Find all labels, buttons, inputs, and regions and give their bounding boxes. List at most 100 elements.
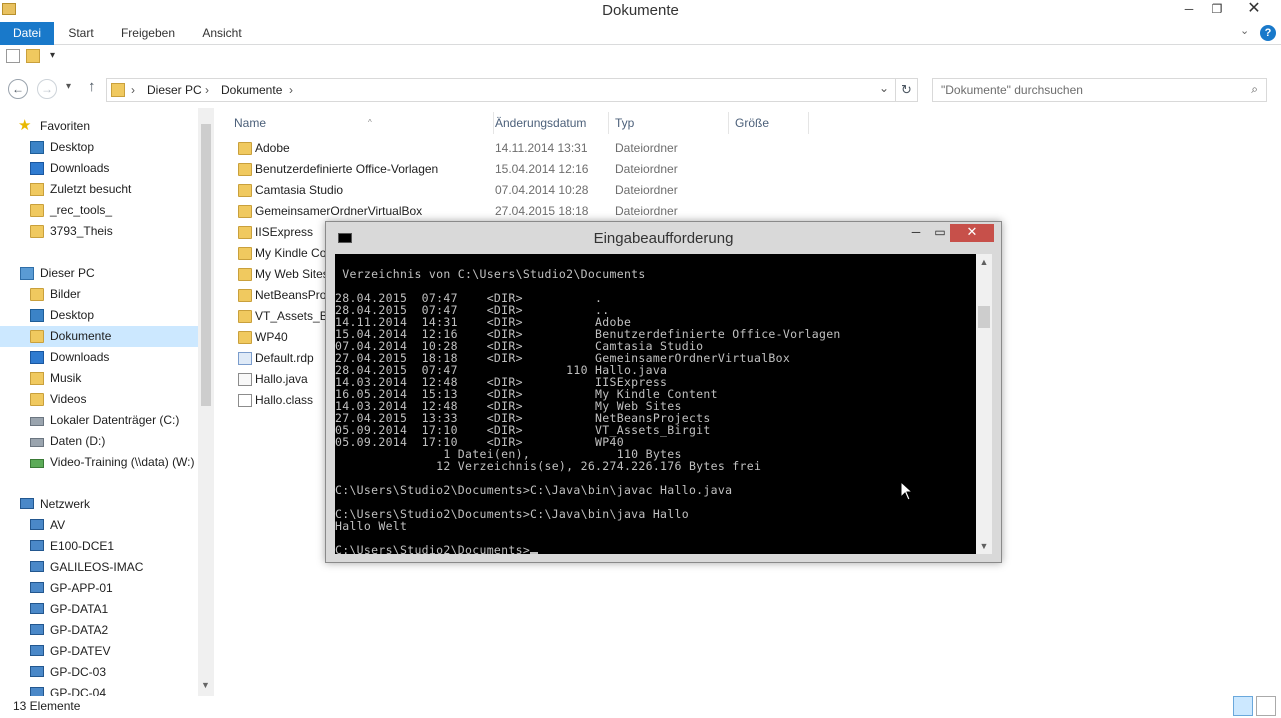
- help-icon[interactable]: ?: [1260, 25, 1276, 41]
- column-header-date[interactable]: Änderungsdatum: [489, 112, 609, 134]
- new-folder-icon[interactable]: [26, 49, 40, 63]
- file-scrollbar[interactable]: [1264, 108, 1280, 696]
- nav-label: Downloads: [50, 161, 110, 175]
- nav-favoriten[interactable]: ★ Favoriten: [18, 116, 198, 137]
- nav-label: Musik: [50, 371, 82, 385]
- nav-label: Lokaler Datenträger (C:): [50, 413, 180, 427]
- nav-fav-desktop[interactable]: Desktop: [28, 137, 198, 158]
- ribbon-tabs: Datei Start Freigeben Ansicht ⌄: [0, 22, 1281, 45]
- nav-pc-desktop[interactable]: Desktop: [28, 305, 198, 326]
- nav-net-item[interactable]: GALILEOS-IMAC: [28, 557, 198, 578]
- desktop-icon: [30, 141, 44, 154]
- folder-icon: [238, 142, 252, 155]
- crumb-separator-icon[interactable]: ›: [289, 83, 293, 97]
- nav-pc-musik[interactable]: Musik: [28, 368, 198, 389]
- file-row[interactable]: Camtasia Studio 07.04.2014 10:28 Dateiordn…: [228, 180, 728, 201]
- tab-start[interactable]: Start: [56, 22, 106, 45]
- search-input[interactable]: "Dokumente" durchsuchen ⌕: [932, 78, 1267, 102]
- forward-button[interactable]: →: [37, 79, 57, 99]
- nav-net-item[interactable]: GP-DATA1: [28, 599, 198, 620]
- column-header-size[interactable]: Größe: [729, 112, 809, 134]
- cmd-titlebar[interactable]: Eingabeaufforderung ─ ▭ ✕: [326, 222, 1001, 254]
- file-icon: [238, 394, 252, 407]
- console-text: Verzeichnis von C:\Users\Studio2\Documen…: [335, 267, 841, 554]
- cmd-scrollbar[interactable]: ▲ ▼: [976, 254, 992, 554]
- scroll-down-icon[interactable]: ▼: [201, 680, 210, 690]
- file-name: WP40: [255, 330, 288, 344]
- explorer-titlebar: Dokumente ─ ❐ ✕: [0, 0, 1281, 22]
- tab-freigeben[interactable]: Freigeben: [110, 22, 186, 45]
- address-field[interactable]: › Dieser PC › Dokumente › ⌄: [106, 78, 896, 102]
- close-button[interactable]: ✕: [1231, 0, 1277, 20]
- crumb-dieser-pc[interactable]: Dieser PC: [147, 83, 202, 97]
- file-date: 07.04.2014 10:28: [495, 183, 589, 197]
- nav-fav-rec-tools[interactable]: _rec_tools_: [28, 200, 198, 221]
- nav-net-item[interactable]: GP-DATEV: [28, 641, 198, 662]
- ribbon-collapse-icon[interactable]: ⌄: [1240, 24, 1249, 37]
- nav-pc-downloads[interactable]: Downloads: [28, 347, 198, 368]
- location-folder-icon: [111, 83, 125, 97]
- nav-label: Favoriten: [40, 119, 91, 133]
- text-cursor: [530, 552, 539, 554]
- large-icons-view-icon[interactable]: [1256, 696, 1276, 716]
- nav-fav-3793-theis[interactable]: 3793_Theis: [28, 221, 198, 242]
- up-button[interactable]: ↑: [88, 78, 96, 95]
- nav-pc-drive-c[interactable]: Lokaler Datenträger (C:): [28, 410, 198, 431]
- crumb-separator-icon[interactable]: ›: [205, 83, 209, 97]
- nav-label: Bilder: [50, 287, 81, 301]
- file-name: GemeinsamerOrdnerVirtualBox: [255, 204, 423, 218]
- restore-button[interactable]: ❐: [1203, 0, 1231, 20]
- crumb-dokumente[interactable]: Dokumente: [221, 83, 282, 97]
- recent-locations-icon[interactable]: ▾: [66, 81, 71, 92]
- nav-pc-dokumente[interactable]: Dokumente: [0, 326, 198, 347]
- crumb-separator-icon[interactable]: ›: [131, 83, 135, 97]
- refresh-button[interactable]: ↻: [896, 78, 918, 102]
- details-view-icon[interactable]: [1233, 696, 1253, 716]
- file-row[interactable]: GemeinsamerOrdnerVirtualBox 27.04.2015 18…: [228, 201, 728, 222]
- customize-qat-icon[interactable]: ▾: [50, 49, 60, 63]
- nav-net-item[interactable]: GP-DC-03: [28, 662, 198, 683]
- nav-pc-drive-w[interactable]: Video-Training (\\data) (W:): [28, 452, 198, 473]
- status-bar: 13 Elemente: [0, 696, 1281, 718]
- nav-fav-recent[interactable]: Zuletzt besucht: [28, 179, 198, 200]
- column-header-type[interactable]: Typ: [609, 112, 729, 134]
- nav-net-item[interactable]: E100-DCE1: [28, 536, 198, 557]
- drive-icon: [30, 438, 44, 447]
- nav-net-item[interactable]: GP-DATA2: [28, 620, 198, 641]
- nav-scrollbar[interactable]: ▼: [198, 108, 214, 696]
- cmd-maximize-button[interactable]: ▭: [928, 224, 952, 242]
- minimize-button[interactable]: ─: [1175, 0, 1203, 20]
- nav-fav-downloads[interactable]: Downloads: [28, 158, 198, 179]
- tab-ansicht[interactable]: Ansicht: [192, 22, 252, 45]
- nav-label: E100-DCE1: [50, 539, 115, 553]
- address-dropdown-icon[interactable]: ⌄: [879, 81, 889, 95]
- nav-scroll-thumb[interactable]: [201, 124, 211, 406]
- nav-net-item[interactable]: AV: [28, 515, 198, 536]
- nav-netzwerk[interactable]: Netzwerk: [18, 494, 198, 515]
- tab-datei[interactable]: Datei: [0, 22, 54, 45]
- file-row[interactable]: Adobe 14.11.2014 13:31 Dateiordner: [228, 138, 728, 159]
- file-name: VT_Assets_Bir: [255, 309, 335, 323]
- search-icon[interactable]: ⌕: [1251, 82, 1258, 97]
- nav-dieser-pc[interactable]: Dieser PC: [18, 263, 198, 284]
- column-header-name[interactable]: Name ^: [228, 112, 494, 134]
- cmd-scroll-thumb[interactable]: [978, 306, 990, 328]
- properties-icon[interactable]: [6, 49, 20, 63]
- nav-pc-bilder[interactable]: Bilder: [28, 284, 198, 305]
- back-button[interactable]: ←: [8, 79, 28, 99]
- computer-icon: [30, 645, 44, 656]
- nav-pc-drive-d[interactable]: Daten (D:): [28, 431, 198, 452]
- file-row[interactable]: Benutzerdefinierte Office-Vorlagen 15.04.…: [228, 159, 728, 180]
- scroll-down-icon[interactable]: ▼: [976, 538, 992, 554]
- command-prompt-window[interactable]: Eingabeaufforderung ─ ▭ ✕ Verzeichnis vo…: [325, 221, 1002, 563]
- cmd-close-button[interactable]: ✕: [950, 224, 994, 242]
- address-bar-row: ← → ▾ ↑ › Dieser PC › Dokumente › ⌄ ↻ "D…: [0, 73, 1281, 103]
- folder-icon: [238, 184, 252, 197]
- nav-net-item[interactable]: GP-APP-01: [28, 578, 198, 599]
- nav-pc-videos[interactable]: Videos: [28, 389, 198, 410]
- scroll-up-icon[interactable]: ▲: [976, 254, 992, 270]
- nav-net-item[interactable]: GP-DC-04: [28, 683, 198, 696]
- cmd-minimize-button[interactable]: ─: [904, 224, 928, 242]
- nav-label: GALILEOS-IMAC: [50, 560, 144, 574]
- console-output[interactable]: Verzeichnis von C:\Users\Studio2\Documen…: [335, 254, 976, 554]
